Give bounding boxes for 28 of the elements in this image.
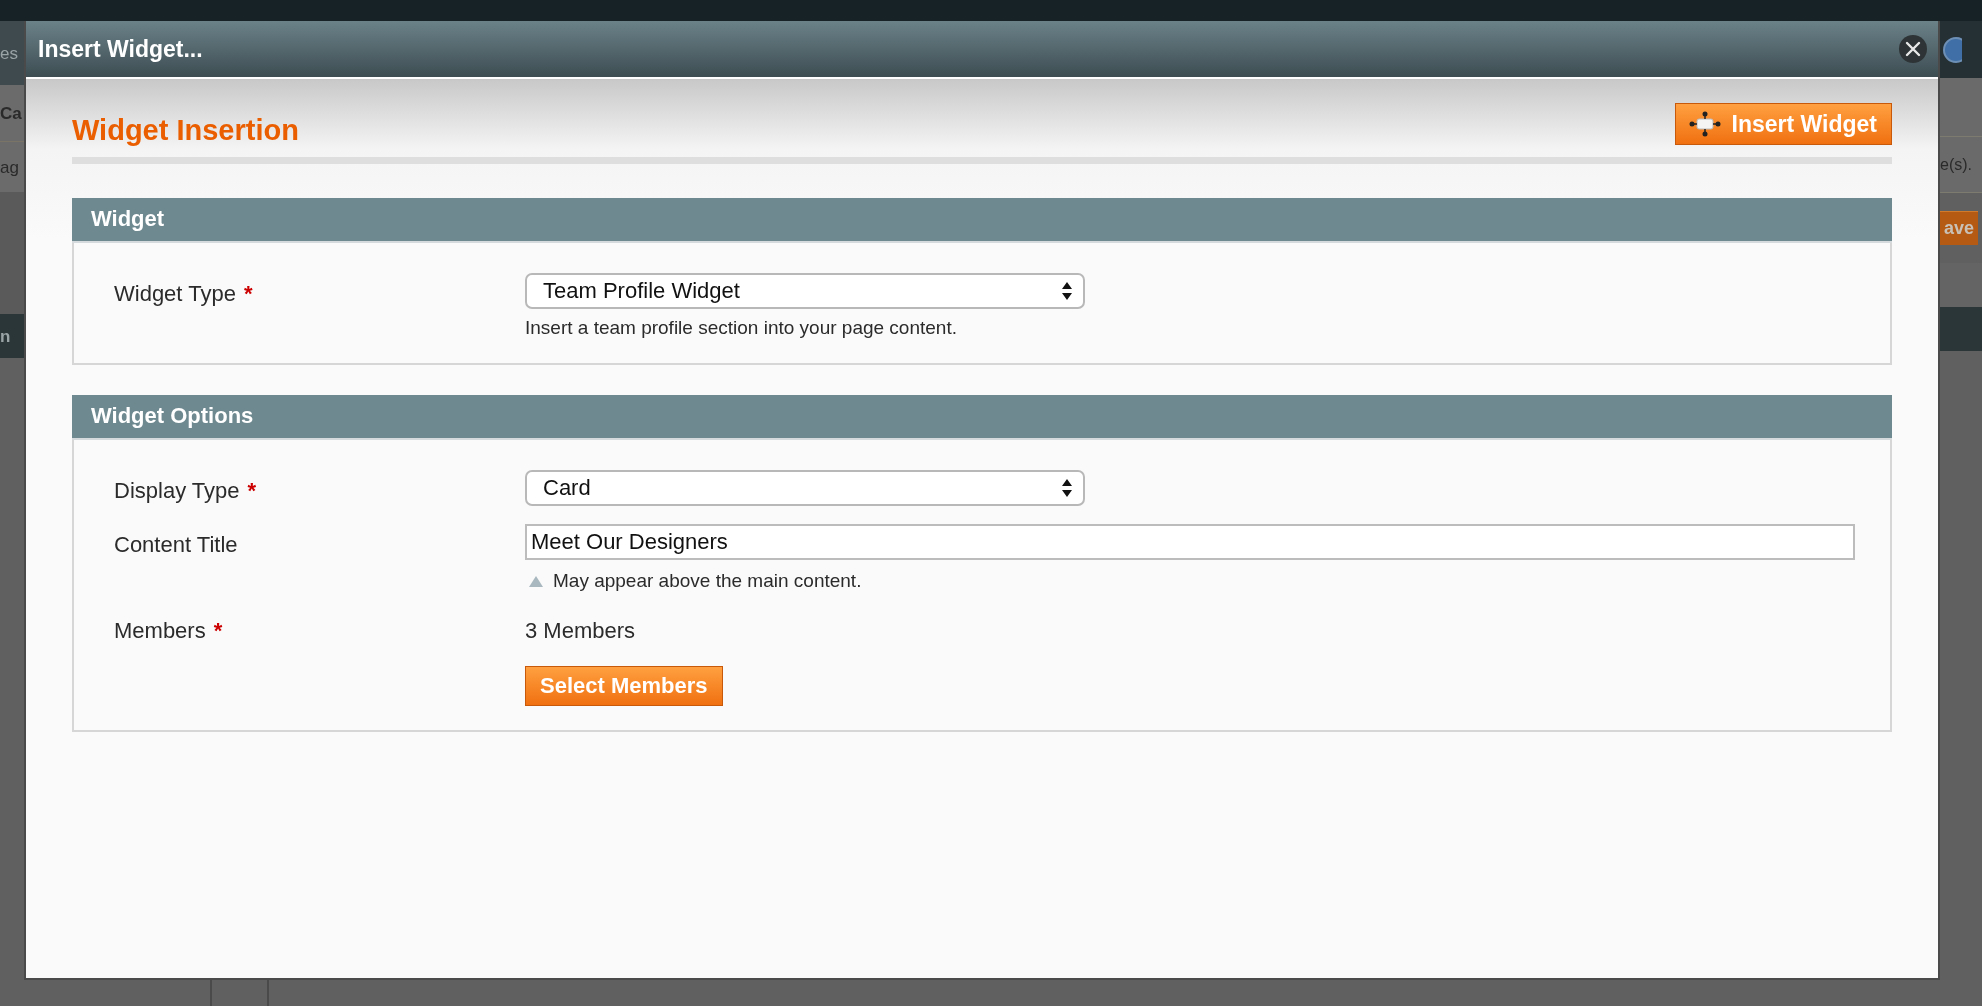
- page-text: Ca: [0, 104, 22, 122]
- triangle-icon: [529, 575, 543, 587]
- select-arrows-icon: [1061, 281, 1073, 301]
- required-mark: *: [213, 618, 223, 645]
- section-header: Widget: [72, 198, 1892, 243]
- page-text: es: [0, 44, 18, 62]
- select-field[interactable]: Card: [525, 470, 1085, 506]
- field-value: 3 Members: [525, 617, 637, 645]
- field-label: Display Type: [114, 478, 240, 505]
- required-mark: *: [247, 478, 257, 505]
- field-hint: May appear above the main content.: [553, 570, 862, 592]
- page-heading: Widget Insertion: [72, 113, 299, 147]
- dialog-title: Insert Widget...: [38, 35, 203, 63]
- page-text: ag: [0, 158, 19, 176]
- field-label: Members: [114, 618, 206, 645]
- section-header: Widget Options: [72, 395, 1892, 440]
- field-note: Insert a team profile section into your page content.: [525, 317, 958, 339]
- field-label: Content Title: [114, 532, 238, 559]
- page-text: e(s).: [1940, 156, 1972, 173]
- widget-move-icon: [1687, 110, 1722, 138]
- input-field[interactable]: Meet Our Designers: [525, 524, 1855, 560]
- close-icon[interactable]: [1898, 34, 1928, 64]
- select-field[interactable]: Team Profile Widget: [525, 273, 1085, 309]
- field-label: Widget Type: [114, 281, 236, 308]
- page-text: n: [0, 327, 11, 345]
- required-mark: *: [243, 281, 253, 308]
- select-arrows-icon: [1061, 478, 1073, 498]
- help-icon[interactable]: [1942, 35, 1962, 64]
